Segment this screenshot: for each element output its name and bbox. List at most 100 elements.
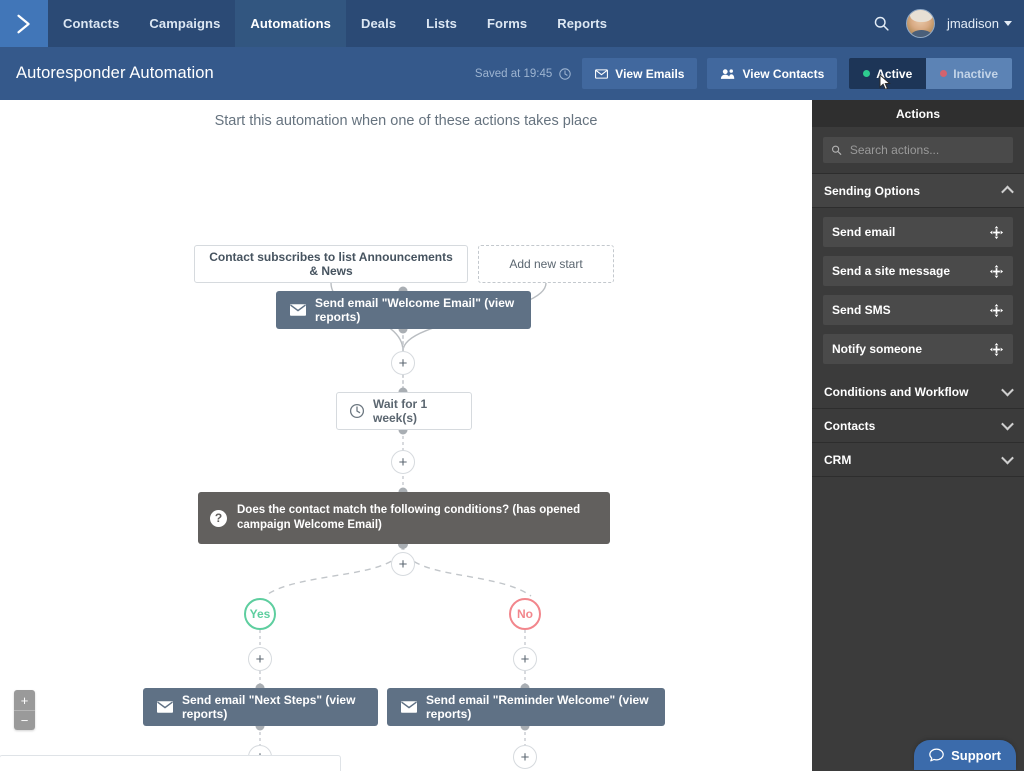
branch-no[interactable]: No [509, 598, 541, 630]
nav-item-forms[interactable]: Forms [472, 0, 542, 47]
start-trigger-label: Contact subscribes to list Announcements… [209, 250, 453, 278]
search-actions-box[interactable] [823, 137, 1013, 163]
zoom-in-label: + [20, 692, 29, 708]
sidebar-search-wrap [812, 127, 1024, 174]
chat-bubble-icon [929, 748, 944, 762]
clock-history-icon[interactable] [558, 67, 572, 81]
view-contacts-button[interactable]: View Contacts [707, 58, 838, 89]
nav-item-lists[interactable]: Lists [411, 0, 472, 47]
support-button[interactable]: Support [914, 740, 1016, 770]
status-inactive-label: Inactive [953, 66, 998, 81]
people-icon [721, 68, 735, 79]
status-toggle-group: Active Inactive [849, 58, 1012, 89]
section-label: Conditions and Workflow [824, 384, 969, 399]
search-icon [832, 145, 842, 155]
status-inactive-button[interactable]: Inactive [926, 58, 1012, 89]
section-label: Contacts [824, 418, 876, 433]
add-step-button-no[interactable]: + [513, 647, 537, 671]
username-label: jmadison [946, 16, 999, 31]
start-trigger-node[interactable]: Contact subscribes to list Announcements… [194, 245, 468, 283]
nav-item-automations[interactable]: Automations [235, 0, 346, 47]
add-new-start-button[interactable]: Add new start [478, 245, 614, 283]
avatar[interactable] [905, 9, 935, 38]
status-dot-active-icon [863, 70, 871, 77]
send-email-welcome-node[interactable]: Send email "Welcome Email" (view reports… [276, 291, 531, 329]
top-navigation-bar: Contacts Campaigns Automations Deals Lis… [0, 0, 1024, 47]
nav-label: Lists [426, 16, 457, 31]
status-active-button[interactable]: Active [849, 58, 927, 89]
view-emails-label: View Emails [615, 66, 685, 81]
action-item-label: Send SMS [832, 303, 891, 317]
action-item-label: Send a site message [832, 264, 951, 278]
nav-right-cluster: jmadison [870, 0, 1024, 47]
actions-sidebar: Actions Sending Options Send email Send … [812, 100, 1024, 771]
nav-label: Campaigns [149, 16, 221, 31]
section-label: Sending Options [824, 183, 920, 198]
chevron-right-logo-icon [17, 14, 30, 33]
wait-node[interactable]: Wait for 1 week(s) [336, 392, 472, 430]
add-step-button-no-2[interactable]: + [513, 745, 537, 769]
plus-label: + [398, 453, 408, 471]
saved-status: Saved at 19:45 [475, 67, 572, 81]
send-email-next-steps-node[interactable]: Send email "Next Steps" (view reports) [143, 688, 378, 726]
search-button[interactable] [870, 12, 894, 36]
zoom-in-button[interactable]: + [14, 690, 35, 710]
action-item-notify-someone[interactable]: Notify someone [823, 334, 1013, 364]
status-dot-inactive-icon [940, 70, 948, 77]
branch-no-label: No [517, 607, 533, 621]
nav-item-reports[interactable]: Reports [542, 0, 622, 47]
sidebar-section-conditions-workflow[interactable]: Conditions and Workflow [812, 375, 1024, 409]
zoom-controls: + − [14, 690, 35, 730]
nav-item-deals[interactable]: Deals [346, 0, 411, 47]
sidebar-section-contacts[interactable]: Contacts [812, 409, 1024, 443]
action-item-send-site-message[interactable]: Send a site message [823, 256, 1013, 286]
flow-caption: Start this automation when one of these … [214, 113, 598, 129]
plus-label: + [398, 354, 408, 372]
search-icon [875, 16, 890, 31]
plus-label: + [255, 650, 265, 668]
automation-subheader: Autoresponder Automation Saved at 19:45 … [0, 47, 1024, 100]
search-actions-input[interactable] [847, 142, 1005, 158]
zoom-out-button[interactable]: − [14, 710, 35, 730]
action-item-send-email[interactable]: Send email [823, 217, 1013, 247]
nav-item-campaigns[interactable]: Campaigns [134, 0, 235, 47]
condition-node[interactable]: ? Does the contact match the following c… [198, 492, 610, 544]
add-step-button-3[interactable]: + [391, 552, 415, 576]
bottom-overlay-panel [0, 755, 341, 771]
add-step-button-2[interactable]: + [391, 450, 415, 474]
saved-status-label: Saved at 19:45 [474, 67, 553, 80]
plus-label: + [398, 555, 408, 573]
question-mark-icon: ? [210, 509, 227, 527]
chevron-up-icon [1001, 185, 1014, 199]
chevron-down-icon [1001, 451, 1014, 465]
envelope-icon [401, 701, 417, 713]
action-item-label: Notify someone [832, 342, 923, 356]
drag-move-icon[interactable] [989, 264, 1004, 279]
envelope-icon [290, 304, 306, 316]
sidebar-section-crm[interactable]: CRM [812, 443, 1024, 477]
user-menu-button[interactable]: jmadison [947, 16, 1012, 31]
plus-label: + [520, 748, 530, 766]
envelope-icon [595, 68, 609, 79]
send-email-reminder-node[interactable]: Send email "Reminder Welcome" (view repo… [387, 688, 665, 726]
nav-label: Contacts [63, 16, 120, 31]
clock-icon [349, 403, 365, 419]
flow-connectors [255, 282, 547, 745]
subheader-actions: Saved at 19:45 View Emails View Contacts [475, 58, 1012, 89]
drag-move-icon[interactable] [989, 303, 1004, 318]
sidebar-section-sending-options[interactable]: Sending Options [812, 174, 1024, 208]
drag-move-icon[interactable] [989, 342, 1004, 357]
drag-move-icon[interactable] [989, 225, 1004, 240]
support-label: Support [951, 747, 1001, 763]
automation-canvas[interactable]: Start this automation when one of these … [0, 100, 812, 771]
app-logo-button[interactable] [0, 0, 48, 47]
nav-item-contacts[interactable]: Contacts [48, 0, 134, 47]
action-item-send-sms[interactable]: Send SMS [823, 295, 1013, 325]
envelope-icon [157, 701, 173, 713]
view-emails-button[interactable]: View Emails [582, 58, 698, 89]
add-step-button-yes[interactable]: + [248, 647, 272, 671]
branch-yes[interactable]: Yes [244, 598, 276, 630]
add-step-button-1[interactable]: + [391, 351, 415, 375]
section-label: CRM [824, 452, 852, 467]
view-contacts-label: View Contacts [742, 66, 825, 81]
